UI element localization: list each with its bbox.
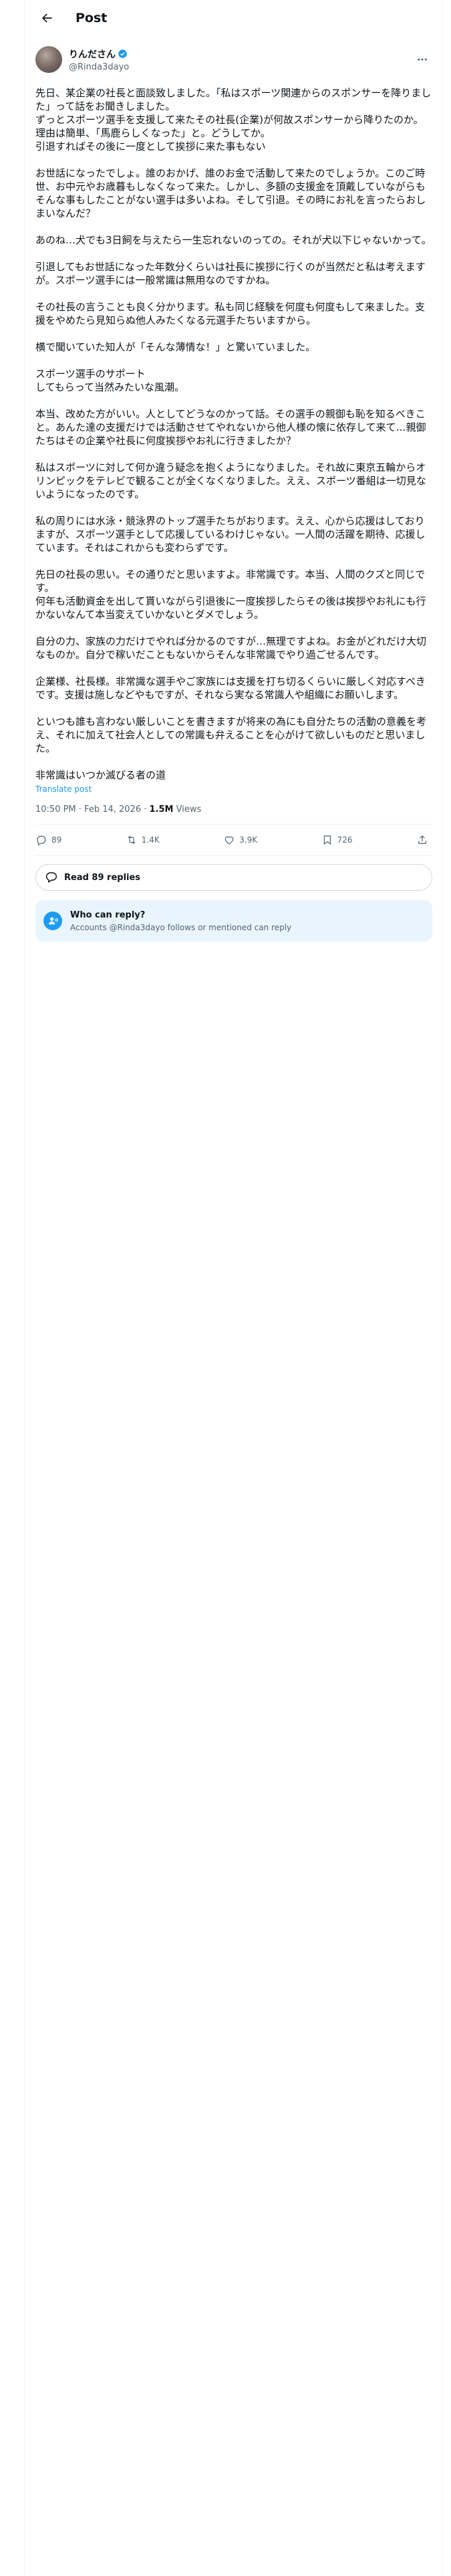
speech-bubble-icon	[45, 872, 57, 883]
bookmark-count: 726	[337, 835, 353, 845]
views-count: 1.5M	[149, 804, 174, 815]
post-paragraph: あのね…犬でも3日飼を与えたら一生忘れないのっての。それが犬以下じゃないかって。	[35, 234, 432, 246]
heart-icon	[224, 836, 234, 845]
post-paragraph: といつも誰も言わない厳しいことを書きますが将来の為にも自分たちの活動の意義を考え…	[35, 716, 427, 754]
share-icon	[418, 835, 426, 844]
translate-post-link[interactable]: Translate post	[35, 784, 432, 794]
author-handle[interactable]: @Rinda3dayo	[69, 62, 129, 72]
who-can-reply-notice: @ Who can reply? Accounts @Rinda3dayo fo…	[35, 900, 432, 942]
mention-user-icon: @	[43, 911, 62, 930]
read-replies-button[interactable]: Read 89 replies	[35, 864, 432, 891]
post-text: 先日、某企業の社長と面談致しました。「私はスポーツ関連からのスポンサーを降りまし…	[25, 76, 443, 794]
views-label: Views	[176, 804, 202, 815]
post-timestamp[interactable]: 10:50 PM · Feb 14, 2026	[35, 804, 141, 815]
post-paragraph: 先日の社長の思い。その通りだと思いますよ。非常識です。本当、人間のクズと同じです…	[35, 568, 426, 621]
post-paragraph: その社長の言うことも良く分かります。私も同じ経験を何度も何度もして来ました。支援…	[35, 301, 426, 326]
avatar[interactable]	[35, 46, 62, 73]
action-bar: 89 1.4K 3.9K 726	[35, 825, 432, 856]
top-bar: Post	[25, 0, 443, 35]
post-paragraph: 本当、改めた方がいい。人としてどうなのかって話。その選手の親御も恥を知るべきこと…	[35, 408, 426, 447]
who-can-reply-subtitle: Accounts @Rinda3dayo follows or mentione…	[70, 922, 292, 932]
post-meta: 10:50 PM · Feb 14, 2026 · 1.5M Views	[35, 804, 432, 825]
repost-icon	[128, 835, 136, 845]
page-title: Post	[76, 10, 108, 25]
arrow-left-icon	[42, 13, 52, 23]
post-column: Post りんださん @Rinda3dayo 先日、某企業の社長と面談致しました…	[24, 0, 444, 2576]
author-row: りんださん @Rinda3dayo	[25, 35, 443, 76]
post-paragraph: お世話になったでしょ。誰のおかげ、誰のお金で活動して来たのでしょうか。このご時世…	[35, 167, 426, 219]
post-paragraph: 私の周りには水泳・競泳界のトップ選手たちがおります。ええ、心から応援はしておりま…	[35, 515, 426, 554]
read-replies-label: Read 89 replies	[64, 872, 141, 883]
svg-text:@: @	[55, 918, 58, 923]
post-paragraph: 引退してもお世話になった年数分くらいは社長に挨拶に行くのが当然だと私は考えますが…	[35, 261, 426, 286]
post-paragraph: 企業様、社長様。非常識な選手やご家族には支援を打ち切るくらいに厳しく対応すべきで…	[35, 675, 426, 701]
repost-button[interactable]: 1.4K	[126, 834, 160, 846]
post-paragraph: 自分の力、家族の力だけでやれば分かるのですが…無理ですよね。お金がどれだけ大切な…	[35, 635, 427, 661]
share-button[interactable]	[416, 834, 432, 846]
reply-icon	[37, 835, 46, 846]
like-count: 3.9K	[239, 835, 258, 845]
like-button[interactable]: 3.9K	[223, 834, 257, 846]
post-paragraph: スポーツ選手のサポート してもらって当然みたいな風潮。	[35, 368, 185, 393]
post-paragraph: 非常識はいつか滅びる者の道	[35, 769, 166, 781]
bookmark-button[interactable]: 726	[321, 834, 353, 846]
more-icon	[418, 58, 427, 61]
post-paragraph: 私はスポーツに対して何か違う疑念を抱くようになりました。それ故に東京五輪からオリ…	[35, 461, 426, 500]
repost-count: 1.4K	[141, 835, 160, 845]
verified-badge-icon	[118, 49, 128, 59]
reply-button[interactable]: 89	[35, 834, 61, 846]
post-paragraph: 先日、某企業の社長と面談致しました。「私はスポーツ関連からのスポンサーを降りまし…	[35, 87, 432, 152]
author-name[interactable]: りんださん	[69, 47, 116, 61]
post-paragraph: 横で聞いていた知人が「そんな薄情な！」と驚いていました。	[35, 341, 316, 353]
reply-count: 89	[51, 835, 62, 845]
who-can-reply-title: Who can reply?	[70, 909, 146, 920]
bookmark-icon	[323, 835, 331, 845]
more-options-button[interactable]	[412, 49, 432, 70]
back-button[interactable]	[35, 7, 58, 29]
